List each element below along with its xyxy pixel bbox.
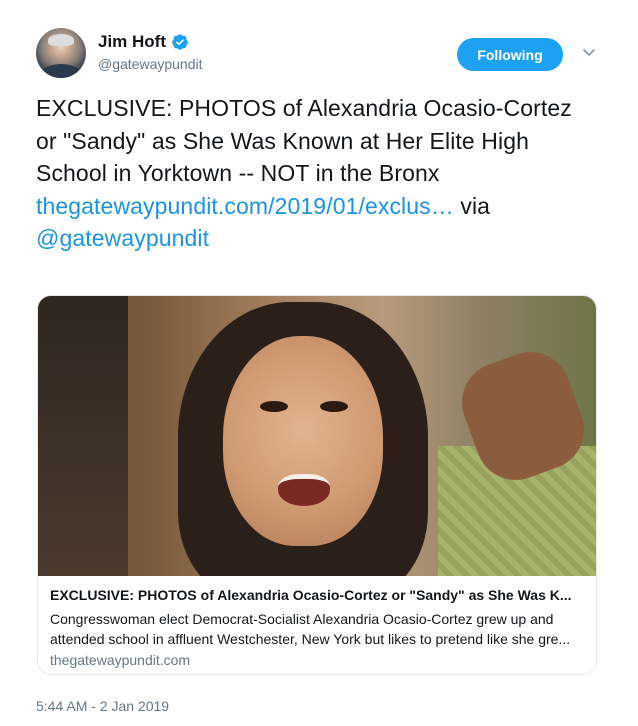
tweet-via: via: [460, 192, 491, 219]
card-image-bg-left: [38, 296, 128, 576]
tweet-mention-link[interactable]: @gatewaypundit: [36, 225, 209, 251]
avatar-hair: [48, 34, 74, 46]
following-button[interactable]: Following: [457, 38, 563, 71]
card-domain: thegatewaypundit.com: [50, 652, 191, 668]
avatar-shoulders: [40, 64, 82, 78]
link-preview-card[interactable]: EXCLUSIVE: PHOTOS of Alexandria Ocasio-C…: [37, 295, 597, 675]
author-name-row[interactable]: Jim Hoft: [98, 32, 189, 52]
verified-badge-icon: [172, 34, 188, 50]
card-image-mouth: [278, 474, 330, 506]
chevron-down-icon[interactable]: [581, 44, 597, 60]
card-image-eye-left: [260, 401, 288, 412]
avatar[interactable]: [36, 28, 86, 78]
card-description: Congresswoman elect Democrat-Socialist A…: [50, 611, 571, 647]
card-image-face: [223, 336, 383, 546]
author-display-name[interactable]: Jim Hoft: [98, 32, 166, 52]
tweet-text-main: EXCLUSIVE: PHOTOS of Alexandria Ocasio-C…: [36, 95, 572, 186]
card-title: EXCLUSIVE: PHOTOS of Alexandria Ocasio-C…: [50, 587, 572, 603]
tweet-timestamp[interactable]: 5:44 AM - 2 Jan 2019: [36, 698, 169, 714]
tweet-link[interactable]: thegatewaypundit.com/2019/01/exclus…: [36, 193, 454, 219]
author-handle[interactable]: @gatewaypundit: [98, 56, 203, 72]
card-image-eye-right: [320, 401, 348, 412]
tweet: Jim Hoft @gatewaypundit Following EXCLUS…: [0, 0, 638, 726]
tweet-text: EXCLUSIVE: PHOTOS of Alexandria Ocasio-C…: [36, 92, 596, 255]
card-image: [38, 296, 596, 576]
